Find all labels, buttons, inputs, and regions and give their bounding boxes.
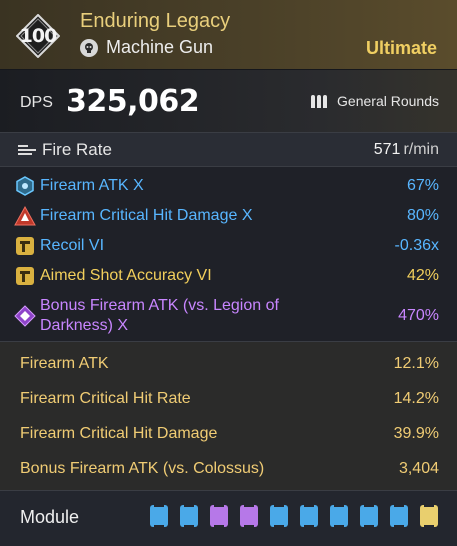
weapon-type: Machine Gun	[106, 37, 214, 57]
dps-value: 325,062	[66, 84, 200, 119]
substat-row: Firearm ATK X 67%	[0, 171, 457, 201]
base-stat-row: Firearm ATK 12.1%	[0, 346, 457, 381]
substat-row: Recoil VI -0.36x	[0, 231, 457, 261]
module-socket-icon[interactable]	[420, 504, 438, 528]
module-socket-icon[interactable]	[240, 504, 258, 528]
substat-label: Recoil VI	[40, 237, 105, 254]
module-socket-icon[interactable]	[210, 504, 228, 528]
rifle-badge-icon	[14, 265, 36, 287]
fire-rate-label: Fire Rate	[42, 139, 112, 159]
module-socket-icon[interactable]	[270, 504, 288, 528]
base-stat-label: Firearm Critical Hit Rate	[20, 389, 191, 407]
substat-value: 42%	[406, 267, 439, 284]
level-badge: 100	[16, 14, 60, 58]
substat-row: Aimed Shot Accuracy VI 42%	[0, 261, 457, 291]
rarity-label: Ultimate	[365, 38, 437, 58]
fire-rate-row: Fire Rate 571 r/min	[0, 133, 457, 167]
ammo-label: General Rounds	[337, 93, 439, 109]
module-sockets	[150, 504, 438, 528]
module-socket-icon[interactable]	[390, 504, 408, 528]
module-socket-icon[interactable]	[300, 504, 318, 528]
substat-value: 470%	[398, 307, 439, 324]
rifle-badge-icon	[14, 235, 36, 257]
base-stat-row: Bonus Firearm ATK (vs. Colossus) 3,404	[0, 451, 457, 486]
weapon-type-row: Machine Gun	[80, 37, 213, 58]
fire-rate-value: 571 r/min	[373, 140, 439, 158]
weapon-level: 100	[19, 25, 58, 47]
base-stat-row: Firearm Critical Hit Damage 39.9%	[0, 416, 457, 451]
base-stat-label: Firearm ATK	[20, 354, 109, 372]
base-stat-label: Bonus Firearm ATK (vs. Colossus)	[20, 459, 265, 477]
module-socket-icon[interactable]	[330, 504, 348, 528]
substat-row: Bonus Firearm ATK (vs. Legion of Darknes…	[0, 291, 457, 341]
hexagon-icon	[14, 175, 36, 197]
substats-list: Firearm ATK X 67% Firearm Critical Hit D…	[0, 167, 457, 342]
base-stat-value: 12.1%	[393, 354, 439, 372]
substat-row: Firearm Critical Hit Damage X 80%	[0, 201, 457, 231]
substat-label: Firearm ATK X	[40, 177, 144, 194]
module-socket-icon[interactable]	[180, 504, 198, 528]
skull-icon	[80, 38, 98, 57]
substat-label: Bonus Firearm ATK (vs. Legion of Darknes…	[40, 297, 279, 334]
base-stat-value: 3,404	[398, 459, 439, 477]
module-socket-icon[interactable]	[360, 504, 378, 528]
substat-value: -0.36x	[394, 237, 439, 254]
triangle-warning-icon	[14, 205, 36, 227]
module-socket-icon[interactable]	[150, 504, 168, 528]
module-label: Module	[20, 506, 80, 527]
substat-label: Firearm Critical Hit Damage X	[40, 207, 253, 224]
substat-label: Aimed Shot Accuracy VI	[40, 267, 212, 284]
substat-value: 80%	[406, 207, 439, 224]
base-stat-label: Firearm Critical Hit Damage	[20, 424, 218, 442]
weapon-card: 100 Enduring Legacy Machine Gun Ultimate…	[0, 0, 457, 546]
module-row: Module	[0, 491, 457, 543]
base-stat-row: Firearm Critical Hit Rate 14.2%	[0, 381, 457, 416]
weapon-name: Enduring Legacy	[80, 10, 231, 32]
bullets-icon	[311, 94, 328, 108]
diamond-icon	[14, 305, 36, 327]
base-stat-value: 39.9%	[393, 424, 439, 442]
weapon-header: 100 Enduring Legacy Machine Gun Ultimate	[0, 0, 457, 70]
ammo-type: General Rounds	[311, 93, 439, 109]
substat-value: 67%	[406, 177, 439, 194]
fire-rate-icon	[18, 143, 36, 157]
dps-section: DPS 325,062 General Rounds	[0, 70, 457, 133]
base-stat-value: 14.2%	[393, 389, 439, 407]
base-stats-list: Firearm ATK 12.1% Firearm Critical Hit R…	[0, 342, 457, 491]
dps-label: DPS	[20, 94, 53, 111]
